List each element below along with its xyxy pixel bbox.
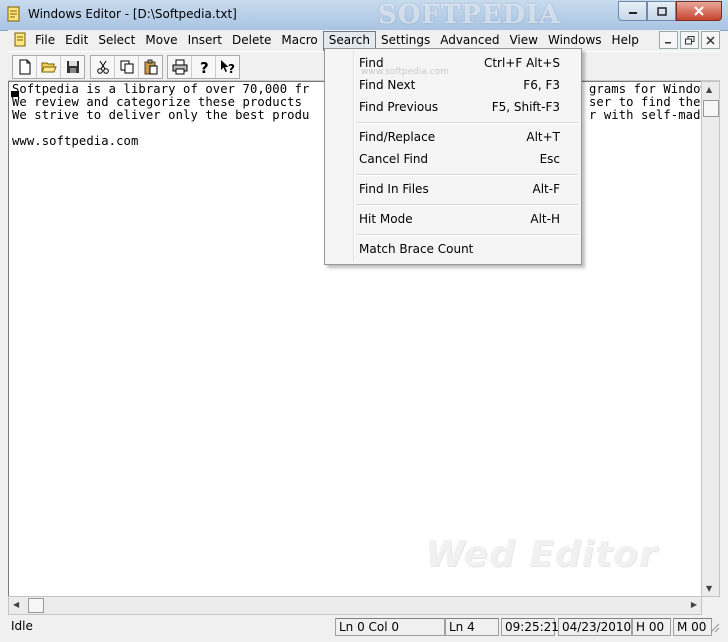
- copy-icon: [120, 60, 133, 74]
- caption-buttons: [618, 1, 722, 21]
- notepad-icon: [7, 6, 20, 22]
- status-state: Idle: [11, 619, 33, 633]
- menu-settings[interactable]: Settings: [376, 31, 435, 49]
- edit-toolbar-group: [90, 55, 163, 79]
- menu-edit[interactable]: Edit: [60, 31, 93, 49]
- close-icon: [694, 6, 704, 16]
- editor-line-3: We strive to deliver only the best produ: [12, 108, 310, 122]
- scroll-left-arrow-icon[interactable]: ◀: [13, 600, 19, 609]
- new-file-icon: [19, 59, 30, 75]
- editor-window: Windows Editor - [D:\Softpedia.txt] SOFT…: [0, 0, 728, 642]
- svg-text:?: ?: [228, 62, 235, 75]
- document-menu-icon[interactable]: [14, 32, 28, 47]
- vertical-scroll-thumb[interactable]: [703, 100, 719, 117]
- menu-item-find-in-files[interactable]: Find In Files Alt-F: [327, 179, 579, 199]
- horizontal-scrollbar[interactable]: ◀ ▶: [8, 596, 702, 615]
- editor-line-2: We review and categorize these products: [12, 95, 303, 109]
- vertical-scrollbar[interactable]: ▲ ▼: [701, 81, 720, 597]
- scroll-up-arrow-icon[interactable]: ▲: [706, 85, 712, 94]
- close-icon: [706, 35, 715, 45]
- menu-delete[interactable]: Delete: [227, 31, 276, 49]
- menu-separator: [356, 122, 578, 124]
- editor-line-5: www.softpedia.com: [12, 134, 139, 148]
- window-title: Windows Editor - [D:\Softpedia.txt]: [28, 7, 237, 21]
- menu-help[interactable]: Help: [607, 31, 644, 49]
- menu-move[interactable]: Move: [140, 31, 182, 49]
- status-date: 04/23/2010: [558, 618, 632, 636]
- context-help-icon: ?: [220, 60, 235, 75]
- paste-button[interactable]: [139, 56, 162, 78]
- mdi-close-button[interactable]: [701, 31, 720, 49]
- printer-icon: [172, 59, 187, 75]
- menu-item-find-next[interactable]: Find Next F6, F3: [327, 75, 579, 95]
- editor-line-1-tail: grams for Window: [589, 82, 702, 96]
- file-toolbar-group: [12, 55, 85, 79]
- cut-button[interactable]: [91, 56, 115, 78]
- menu-item-find-previous[interactable]: Find Previous F5, Shift-F3: [327, 97, 579, 117]
- copy-button[interactable]: [115, 56, 139, 78]
- wed-editor-watermark: Wed Editor: [425, 534, 658, 575]
- menu-view[interactable]: View: [504, 31, 542, 49]
- context-help-button[interactable]: ?: [216, 56, 239, 78]
- menu-separator: [356, 234, 578, 236]
- minimize-icon: [628, 12, 637, 14]
- editor-line-1: Softpedia is a library of over 70,000 fr: [12, 82, 310, 96]
- status-m: M 00: [673, 618, 712, 636]
- menu-bar: File Edit Select Move Insert Delete Macr…: [8, 30, 720, 51]
- menu-separator: [356, 174, 578, 176]
- help-button[interactable]: ?: [192, 56, 216, 78]
- editor-line-2-tail: ser to find the: [589, 95, 701, 109]
- menu-item-match-brace-count[interactable]: Match Brace Count: [327, 239, 579, 259]
- menu-insert[interactable]: Insert: [183, 31, 227, 49]
- close-button[interactable]: [676, 1, 722, 21]
- menu-separator: [356, 204, 578, 206]
- scroll-down-arrow-icon[interactable]: ▼: [706, 584, 712, 593]
- new-file-button[interactable]: [13, 56, 37, 78]
- search-menu-dropdown: www.softpedia.com Find Ctrl+F Alt+S Find…: [324, 48, 582, 265]
- status-line-count: Ln 4: [445, 618, 499, 636]
- clipboard-icon: [144, 59, 157, 75]
- softpedia-watermark: SOFTPEDIA: [378, 0, 561, 30]
- mdi-restore-button[interactable]: [680, 31, 699, 49]
- status-cursor-position: Ln 0 Col 0: [335, 618, 445, 636]
- maximize-button[interactable]: [647, 1, 676, 21]
- menu-item-hit-mode[interactable]: Hit Mode Alt-H: [327, 209, 579, 229]
- menu-select[interactable]: Select: [93, 31, 140, 49]
- restore-icon: [684, 35, 694, 44]
- help-toolbar-group: ? ?: [167, 55, 240, 79]
- title-bar[interactable]: Windows Editor - [D:\Softpedia.txt] SOFT…: [0, 0, 728, 31]
- save-file-button[interactable]: [61, 56, 84, 78]
- horizontal-scroll-thumb[interactable]: [28, 598, 44, 613]
- status-h: H 00: [632, 618, 671, 636]
- resize-grip-icon[interactable]: [708, 621, 720, 633]
- status-bar: Idle Ln 0 Col 0 Ln 4 09:25:21 04/23/2010…: [8, 617, 720, 636]
- open-file-button[interactable]: [37, 56, 61, 78]
- mdi-buttons: [659, 31, 720, 49]
- mdi-minimize-button[interactable]: [659, 31, 678, 49]
- menu-windows[interactable]: Windows: [543, 31, 607, 49]
- maximize-icon: [656, 6, 667, 16]
- open-folder-icon: [40, 62, 57, 73]
- scissors-icon: [96, 60, 109, 74]
- menu-macro[interactable]: Macro: [276, 31, 322, 49]
- status-time: 09:25:21: [501, 618, 559, 636]
- menu-item-find[interactable]: Find Ctrl+F Alt+S: [327, 53, 579, 73]
- menu-file[interactable]: File: [30, 31, 60, 49]
- print-button[interactable]: [168, 56, 192, 78]
- svg-text:?: ?: [200, 59, 209, 75]
- menu-advanced[interactable]: Advanced: [435, 31, 504, 49]
- help-question-icon: ?: [200, 59, 209, 75]
- menu-items: File Edit Select Move Insert Delete Macr…: [30, 30, 644, 51]
- menu-item-cancel-find[interactable]: Cancel Find Esc: [327, 149, 579, 169]
- minimize-icon: [665, 42, 671, 44]
- save-disk-icon: [66, 61, 79, 73]
- editor-line-3-tail: r with self-made: [589, 108, 702, 122]
- minimize-button[interactable]: [618, 1, 647, 21]
- scroll-right-arrow-icon[interactable]: ▶: [691, 600, 697, 609]
- menu-item-find-replace[interactable]: Find/Replace Alt+T: [327, 127, 579, 147]
